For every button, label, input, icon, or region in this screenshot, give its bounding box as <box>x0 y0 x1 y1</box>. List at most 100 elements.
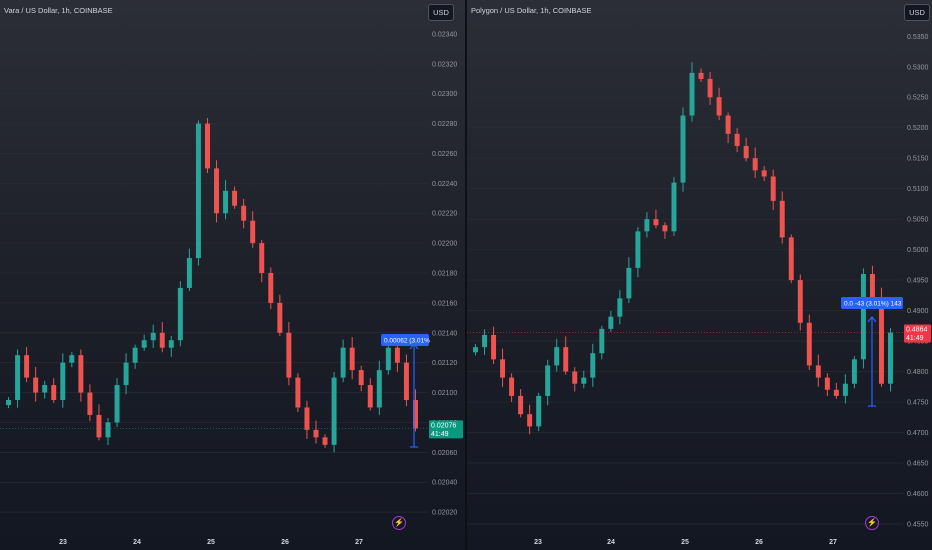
candle <box>761 170 767 177</box>
y-axis-tick-label: 0.02200 <box>432 241 457 248</box>
last-price-label: 0.02076 <box>431 422 456 429</box>
candle <box>671 182 677 232</box>
candle <box>689 72 695 116</box>
candle <box>349 347 355 371</box>
candle <box>123 362 129 386</box>
candle <box>608 316 614 329</box>
candle <box>42 385 48 393</box>
x-axis-tick-label: 27 <box>355 539 363 546</box>
candle <box>518 395 524 415</box>
candle <box>536 395 542 427</box>
x-axis-tick-label: 25 <box>681 539 689 546</box>
candle <box>716 97 722 116</box>
candle <box>617 298 623 317</box>
candle <box>394 347 400 363</box>
currency-button[interactable]: USD <box>428 4 454 21</box>
lightning-icon[interactable]: ⚡ <box>392 516 406 530</box>
y-axis-tick-label: 0.02100 <box>432 390 457 397</box>
y-axis-tick-label: 0.4550 <box>907 521 929 528</box>
candle <box>96 414 102 438</box>
candle <box>833 389 839 396</box>
candle <box>815 365 821 378</box>
polygon-price-chart[interactable]: 0.5350 0.5300 0.5250 0.5200 0.5150 0.5100 0.50… <box>467 0 932 550</box>
candle <box>313 429 319 438</box>
measure-label: 0.0 -43 (3.01%) 143 <box>844 301 902 308</box>
x-axis-tick-label: 23 <box>534 539 542 546</box>
candle <box>500 359 506 378</box>
candle <box>779 200 785 238</box>
candle <box>367 385 373 408</box>
candle <box>860 274 866 360</box>
chart-layout: 0.02340 0.02320 0.02300 0.02280 0.02260 0.022… <box>0 0 932 550</box>
candle <box>743 146 749 159</box>
candle <box>752 158 758 171</box>
candle <box>680 115 686 183</box>
chart-pane-polygon[interactable]: 0.5350 0.5300 0.5250 0.5200 0.5150 0.5100 0.50… <box>467 0 932 550</box>
candle <box>286 332 292 378</box>
y-axis-tick-label: 0.02140 <box>432 330 457 337</box>
lightning-icon[interactable]: ⚡ <box>865 516 879 530</box>
y-axis-tick-label: 0.5100 <box>907 186 929 193</box>
candle <box>842 383 848 396</box>
candle <box>24 355 30 378</box>
y-axis-tick-label: 0.4950 <box>907 278 929 285</box>
candle <box>51 385 57 400</box>
x-axis-tick-label: 24 <box>133 539 141 546</box>
candle <box>482 334 488 348</box>
currency-button[interactable]: USD <box>904 4 930 21</box>
candle <box>33 377 39 393</box>
candle <box>599 328 605 354</box>
candle <box>250 220 256 244</box>
candle <box>295 377 301 408</box>
y-axis-tick-label: 0.4700 <box>907 430 929 437</box>
y-axis-tick-label: 0.4750 <box>907 400 929 407</box>
candle <box>644 219 650 232</box>
candle <box>214 168 220 214</box>
candle <box>78 355 84 393</box>
candle <box>698 72 704 79</box>
candle <box>150 332 156 341</box>
candle <box>770 176 776 201</box>
candle <box>223 190 229 214</box>
x-axis-tick-label: 24 <box>607 539 615 546</box>
candle <box>878 298 884 384</box>
candle <box>60 362 66 400</box>
y-axis-tick-label: 0.02340 <box>432 31 457 38</box>
y-axis-tick-label: 0.02320 <box>432 61 457 68</box>
candle <box>851 359 857 384</box>
candle <box>114 385 120 423</box>
candle <box>888 332 893 384</box>
candle <box>527 414 533 427</box>
vara-price-chart[interactable]: 0.02340 0.02320 0.02300 0.02280 0.02260 0.022… <box>0 0 465 550</box>
candle <box>734 133 740 146</box>
bar-countdown-label: 41:49 <box>906 335 924 342</box>
y-axis-tick-label: 0.02260 <box>432 151 457 158</box>
x-axis-tick-label: 27 <box>829 539 837 546</box>
y-axis-tick-label: 0.5050 <box>907 217 929 224</box>
candle <box>69 355 75 363</box>
x-axis-tick-label: 26 <box>281 539 289 546</box>
last-price-label: 0.4864 <box>906 327 928 334</box>
candle <box>232 190 238 206</box>
y-axis-tick-label: 0.4900 <box>907 308 929 315</box>
y-axis-tick-label: 0.02040 <box>432 480 457 487</box>
chart-pane-vara[interactable]: 0.02340 0.02320 0.02300 0.02280 0.02260 0.022… <box>0 0 465 550</box>
candle <box>590 353 596 378</box>
candle <box>241 205 247 221</box>
y-axis-tick-label: 0.4650 <box>907 460 929 467</box>
candle <box>105 422 111 438</box>
candle <box>186 258 192 288</box>
candle <box>473 347 478 353</box>
candle <box>581 377 587 384</box>
y-axis-tick-label: 0.4800 <box>907 369 929 376</box>
candle <box>15 355 21 400</box>
candle <box>653 219 659 226</box>
candle <box>869 274 875 299</box>
candle <box>376 370 382 408</box>
candle <box>509 377 515 396</box>
x-axis-tick-label: 26 <box>755 539 763 546</box>
y-axis-tick-label: 0.5000 <box>907 247 929 254</box>
y-axis-tick-label: 0.02120 <box>432 360 457 367</box>
candle <box>195 123 201 259</box>
candle <box>545 365 551 396</box>
